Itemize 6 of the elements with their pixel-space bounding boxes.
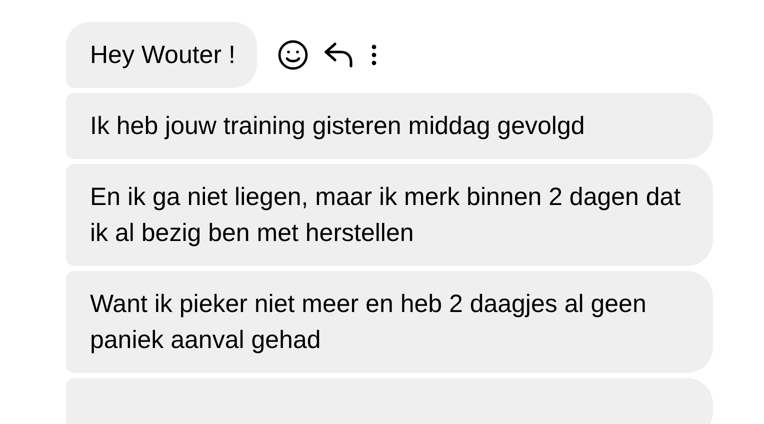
emoji-icon[interactable] [277, 39, 310, 71]
reply-icon[interactable] [323, 41, 356, 69]
message-bubble: En ik ga niet liegen, maar ik merk binnen 2 dagen dat ik al bezig ben met herstellen [66, 164, 713, 266]
message-bubble: Hey Wouter ! [66, 22, 258, 88]
message-bubble: Ik heb jouw training gisteren middag gevolgd [66, 93, 713, 159]
message-bubble: Want ik pieker niet meer en heb 2 daagjes al geen paniek aanval gehad [66, 271, 713, 373]
